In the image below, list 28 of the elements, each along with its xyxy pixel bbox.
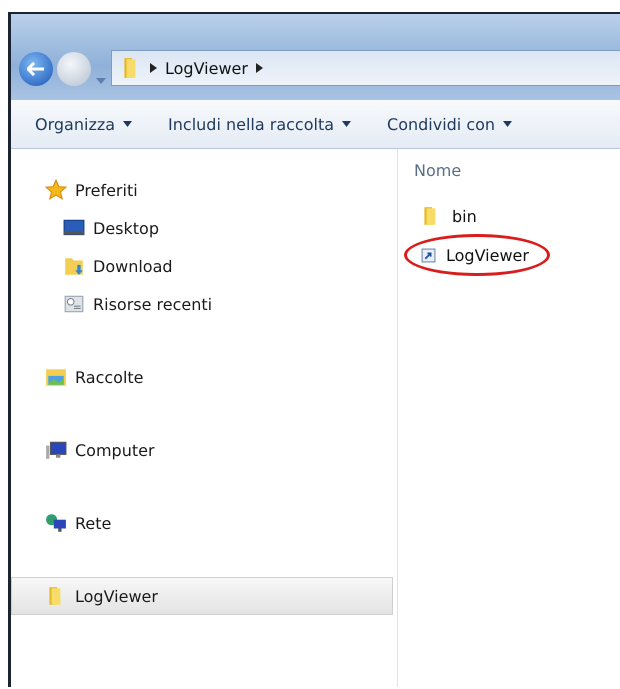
sidebar-item[interactable]: Raccolte [11,358,397,396]
sidebar-item[interactable]: LogViewer [11,577,393,615]
caret-icon [503,121,512,127]
computer-icon [45,439,67,461]
sidebar-item[interactable]: Risorse recenti [11,285,397,323]
sidebar-item[interactable]: Rete [11,504,397,542]
sidebar-item[interactable]: Computer [11,431,397,469]
chevron-icon[interactable] [150,63,157,73]
sidebar-item[interactable]: Desktop [11,209,397,247]
recent-items-icon [63,293,85,315]
network-icon [45,512,67,534]
caret-icon [342,121,352,127]
shortcut-icon [421,248,436,262]
back-arrow-icon [27,62,45,76]
star-icon [45,179,67,201]
sidebar-item[interactable]: Preferiti [11,171,397,209]
back-button[interactable] [19,52,53,86]
toolbar-menu-button[interactable]: Includi nella raccolta [168,114,352,134]
toolbar-menu-button[interactable]: Organizza [35,114,132,134]
file-item[interactable]: bin [414,198,487,234]
circled-file-item[interactable]: LogViewer [404,234,550,276]
column-header[interactable]: Nome [414,161,620,180]
address-bar[interactable]: LogViewer [111,50,620,86]
toolbar-menu-button[interactable]: Condividi con [387,114,512,134]
chevron-icon[interactable] [256,63,263,73]
breadcrumb[interactable]: LogViewer [165,58,248,78]
caret-icon [123,121,132,127]
sidebar-item[interactable]: Download [11,247,397,285]
